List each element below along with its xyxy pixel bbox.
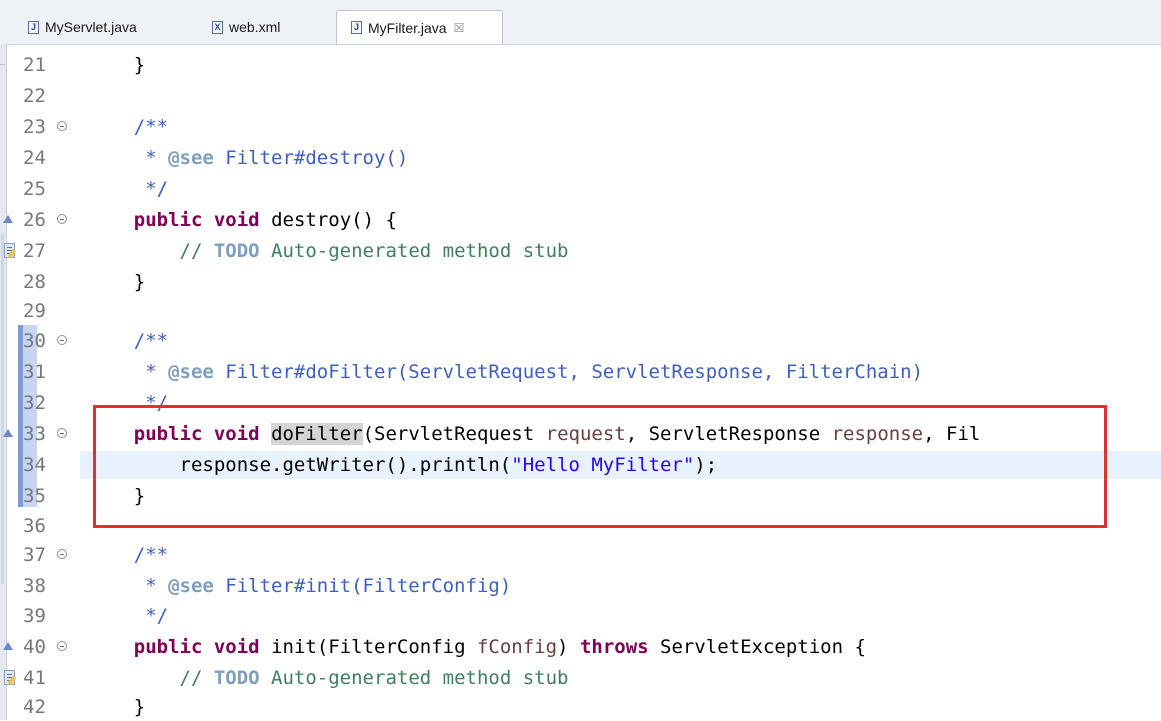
fold-toggle-icon[interactable] [57,428,67,438]
fold-toggle-icon[interactable] [57,214,67,224]
annotation-highlight-box [93,405,1107,528]
code-line: 22 [0,82,1161,110]
tab-label: MyServlet.java [45,19,137,35]
code-line: 40 public void init(FilterConfig fConfig… [0,633,1161,661]
code-line: 27 // TODO Auto-generated method stub [0,237,1161,265]
code-text[interactable]: // TODO Auto-generated method stub [88,664,569,692]
tab-myservlet-java[interactable]: J MyServlet.java [14,10,164,44]
code-text[interactable]: // TODO Auto-generated method stub [88,237,569,265]
code-line: 30 /** [0,327,1161,355]
code-line: 24 * @see Filter#destroy() [0,144,1161,172]
code-text[interactable]: public void destroy() { [88,206,397,234]
override-marker-icon [3,429,13,437]
code-line: 28 } [0,268,1161,296]
code-text[interactable]: /** [88,327,168,355]
line-number: 21 [23,54,46,76]
code-line: 38 * @see Filter#init(FilterConfig) [0,572,1161,600]
line-number: 29 [23,300,46,322]
fold-toggle-icon[interactable] [57,641,67,651]
line-number: 42 [23,696,46,718]
line-number: 24 [23,147,46,169]
line-number: 36 [23,515,46,537]
fold-toggle-icon[interactable] [57,549,67,559]
line-number: 23 [23,116,46,138]
xml-file-icon: X [212,20,223,34]
code-line: 23 /** [0,113,1161,141]
tab-label: MyFilter.java [368,19,447,36]
tab-web-xml[interactable]: X web.xml [198,10,318,44]
code-line: 41 // TODO Auto-generated method stub [0,664,1161,692]
override-marker-icon [3,215,13,223]
line-number: 25 [23,178,46,200]
code-text[interactable]: /** [88,113,168,141]
line-number: 33 [23,423,46,445]
fold-toggle-icon[interactable] [57,335,67,345]
code-text[interactable]: * @see Filter#destroy() [88,144,408,172]
tab-myfilter-java[interactable]: J MyFilter.java ☒ [336,10,503,44]
line-number: 37 [23,544,46,566]
code-line: 31 * @see Filter#doFilter(ServletRequest… [0,358,1161,386]
task-marker-icon [4,243,15,258]
code-text[interactable]: } [88,268,145,296]
tab-label: web.xml [229,19,281,35]
line-number: 34 [23,454,46,476]
code-text[interactable]: */ [88,175,168,203]
code-text[interactable]: /** [88,541,168,569]
code-line: 25 */ [0,175,1161,203]
java-file-icon: J [351,21,362,34]
line-number: 40 [23,636,46,658]
line-number: 28 [23,271,46,293]
code-text[interactable]: * @see Filter#doFilter(ServletRequest, S… [88,358,923,386]
line-number: 31 [23,361,46,383]
line-number: 38 [23,575,46,597]
fold-toggle-icon[interactable] [57,121,67,131]
code-line: 29 [0,297,1161,325]
code-line: 42 } [0,693,1161,721]
code-line: 39 */ [0,602,1161,630]
line-number: 41 [23,667,46,689]
line-number: 30 [23,330,46,352]
code-text[interactable]: * @see Filter#init(FilterConfig) [88,572,511,600]
line-number: 35 [23,485,46,507]
editor-tab-bar: J MyServlet.java X web.xml J MyFilter.ja… [0,0,1161,45]
code-text[interactable]: } [88,51,145,79]
task-marker-icon [4,670,15,685]
line-number: 26 [23,209,46,231]
code-line: 26 public void destroy() { [0,206,1161,234]
line-number: 32 [23,392,46,414]
code-text[interactable]: public void init(FilterConfig fConfig) t… [88,633,866,661]
line-number: 39 [23,605,46,627]
override-marker-icon [3,642,13,650]
close-tab-icon[interactable]: ☒ [454,21,465,35]
java-file-icon: J [28,20,39,34]
code-line: 37 /** [0,541,1161,569]
code-text[interactable]: */ [88,602,168,630]
code-text[interactable]: } [88,693,145,721]
code-line: 21 } [0,51,1161,79]
line-number: 27 [23,240,46,262]
line-number: 22 [23,85,46,107]
